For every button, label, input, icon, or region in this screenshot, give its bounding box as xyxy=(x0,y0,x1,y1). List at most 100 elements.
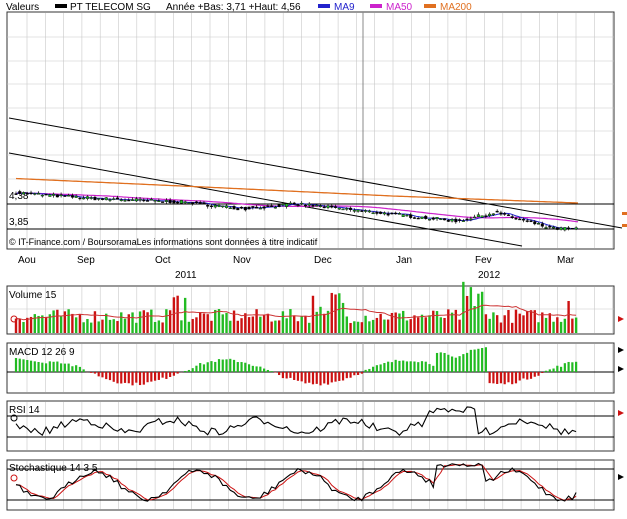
volume-bar xyxy=(342,303,344,333)
candle-body xyxy=(206,205,209,206)
macd-bar xyxy=(425,362,427,372)
macd-bar xyxy=(522,372,524,378)
volume-bar xyxy=(214,310,216,333)
candle-body xyxy=(86,197,89,199)
candle-body xyxy=(297,204,300,205)
macd-bar xyxy=(79,367,81,372)
stochastic-panel-frame xyxy=(7,460,614,510)
month-aou: Aou xyxy=(18,255,36,266)
macd-bar xyxy=(71,366,73,372)
candle-body xyxy=(428,219,431,220)
volume-bar xyxy=(500,323,502,333)
candle-body xyxy=(406,215,409,216)
volume-bar xyxy=(394,312,396,333)
volume-bar xyxy=(195,317,197,333)
volume-bar xyxy=(364,316,366,333)
macd-bar xyxy=(530,372,532,379)
candle-body xyxy=(575,228,578,229)
volume-bar xyxy=(402,311,404,333)
volume-bar xyxy=(466,296,468,333)
macd-bar xyxy=(541,372,543,373)
volume-bar xyxy=(564,319,566,333)
legend-swatch-ma9 xyxy=(318,4,330,8)
candle-body xyxy=(176,202,179,203)
volume-bar xyxy=(218,309,220,333)
candle-body xyxy=(518,219,521,220)
macd-bar xyxy=(271,371,273,372)
volume-bar xyxy=(188,322,190,333)
candle-body xyxy=(402,214,405,216)
macd-bar xyxy=(94,372,96,374)
volume-bar xyxy=(323,314,325,333)
volume-bar xyxy=(128,314,130,333)
macd-bar xyxy=(154,372,156,381)
macd-bar xyxy=(124,372,126,383)
macd-bar xyxy=(34,361,36,372)
macd-bar xyxy=(496,372,498,384)
macd-bar xyxy=(537,372,539,376)
volume-bar xyxy=(52,310,54,333)
candle-body xyxy=(312,205,315,206)
volume-bar xyxy=(22,322,24,333)
volume-bar xyxy=(169,310,171,333)
candle-body xyxy=(560,228,563,230)
macd-bar xyxy=(229,359,231,372)
macd-bar xyxy=(432,366,434,372)
volume-bar xyxy=(545,318,547,333)
level-label-low: 3,85 xyxy=(9,217,29,228)
candle-body xyxy=(349,208,352,210)
macd-bar xyxy=(225,359,227,372)
legend-ma50: MA50 xyxy=(386,2,413,13)
volume-bar xyxy=(191,319,193,333)
macd-arrow-icon xyxy=(618,347,624,353)
macd-bar xyxy=(30,361,32,372)
macd-bar xyxy=(237,362,239,372)
macd-bar xyxy=(278,372,280,375)
volume-arrow-icon xyxy=(618,316,624,322)
volume-bar xyxy=(549,313,551,333)
candle-body xyxy=(180,200,183,203)
price-panel-frame xyxy=(7,12,614,249)
volume-bar xyxy=(131,312,133,333)
volume-bar xyxy=(567,301,569,333)
macd-panel: MACD 12 26 9 xyxy=(7,343,624,393)
candle-body xyxy=(424,216,427,219)
candle-body xyxy=(146,200,149,201)
macd-bar xyxy=(387,362,389,372)
macd-bar xyxy=(492,372,494,383)
volume-bar xyxy=(519,314,521,333)
volume-label: Volume 15 xyxy=(9,290,57,301)
volume-bar xyxy=(481,292,483,333)
macd-bar xyxy=(560,367,562,372)
legend-swatch-ma50 xyxy=(370,4,382,8)
macd-bar xyxy=(500,372,502,383)
candle-body xyxy=(112,199,115,200)
macd-bar xyxy=(116,372,118,383)
macd-bar xyxy=(192,368,194,372)
macd-bar xyxy=(267,370,269,372)
volume-bar xyxy=(571,319,573,333)
macd-bar xyxy=(346,372,348,378)
macd-bar xyxy=(98,372,100,376)
macd-bar xyxy=(428,364,430,372)
macd-bar xyxy=(462,354,464,372)
candle-body xyxy=(56,195,59,197)
volume-panel: Volume 15 xyxy=(7,282,624,334)
macd-panel-frame xyxy=(7,343,614,393)
macd-bar xyxy=(293,372,295,380)
macd-bar xyxy=(259,367,261,372)
volume-bar xyxy=(237,321,239,333)
macd-bar xyxy=(481,348,483,372)
volume-bar xyxy=(383,320,385,333)
macd-bar xyxy=(519,372,521,381)
candle-body xyxy=(188,203,191,204)
volume-bar xyxy=(346,316,348,333)
time-axis: Aou Sep Oct Nov Dec Jan Fev Mar 2011 201… xyxy=(18,255,575,281)
volume-bar xyxy=(34,314,36,333)
volume-bar xyxy=(503,315,505,333)
candle-body xyxy=(199,202,202,203)
volume-bar xyxy=(113,319,115,333)
candle-body xyxy=(282,204,285,205)
volume-bar xyxy=(71,314,73,333)
candle-body xyxy=(571,228,574,229)
